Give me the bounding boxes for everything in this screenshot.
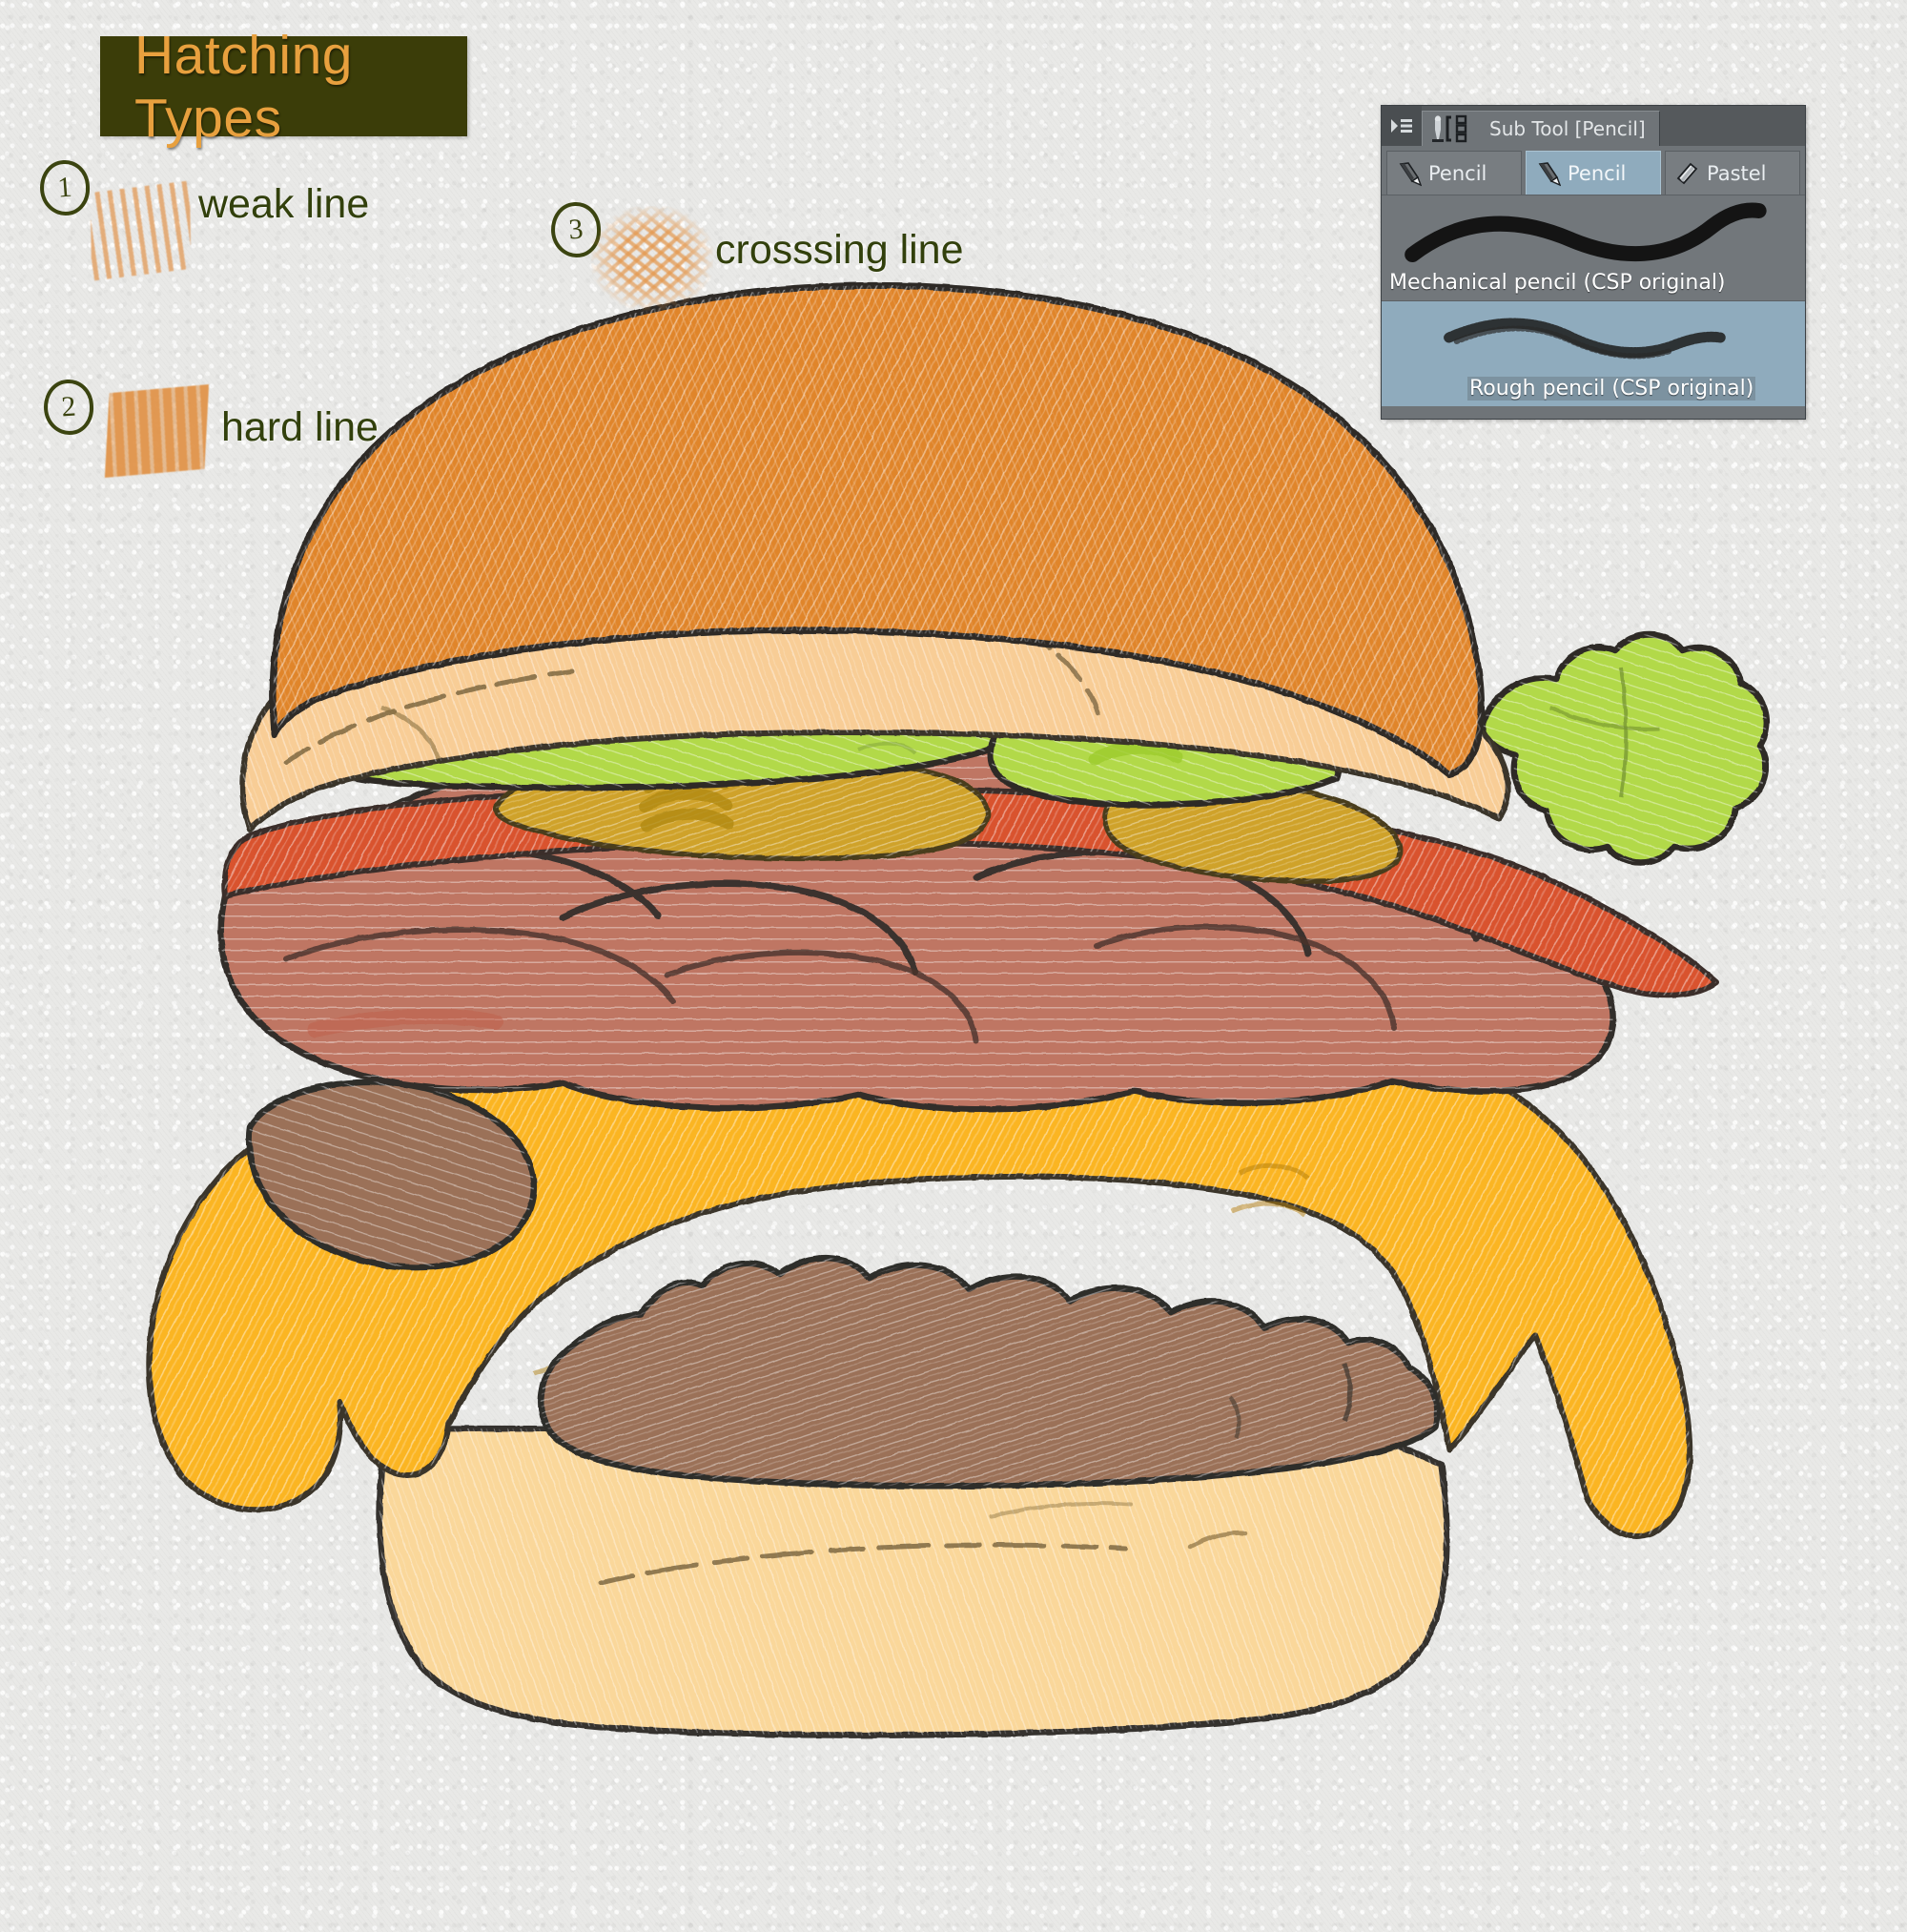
page-title: Hatching Types xyxy=(134,24,353,149)
brush-name-mechanical-pencil: Mechanical pencil (CSP original) xyxy=(1389,271,1726,295)
weak-hatch-swatch xyxy=(90,180,192,281)
hard-hatch-swatch xyxy=(104,384,210,478)
tool-tab-label-pencil-2: Pencil xyxy=(1568,161,1627,185)
sub-tool-tab-label: Sub Tool [Pencil] xyxy=(1489,117,1646,140)
pencil-icon xyxy=(1538,161,1561,186)
palette-titlebar: Sub Tool [Pencil] xyxy=(1382,106,1805,146)
palette-menu-button[interactable] xyxy=(1382,106,1422,146)
subtool-icon xyxy=(1432,114,1467,143)
sub-tool-palette[interactable]: Sub Tool [Pencil] Pencil Pencil Pastel M… xyxy=(1381,105,1806,420)
tool-tab-bar: Pencil Pencil Pastel xyxy=(1382,146,1805,195)
brush-list-item-rough-pencil[interactable]: Rough pencil (CSP original) xyxy=(1382,300,1805,406)
legend-label-crossing-line: crosssing line xyxy=(715,227,964,273)
brush-name-rough-pencil: Rough pencil (CSP original) xyxy=(1467,377,1756,401)
panel-menu-icon xyxy=(1391,119,1412,133)
page-title-box: Hatching Types xyxy=(100,25,467,149)
sub-tool-tab[interactable]: Sub Tool [Pencil] xyxy=(1422,111,1660,146)
brush-list-item-mechanical-pencil[interactable]: Mechanical pencil (CSP original) xyxy=(1382,195,1805,300)
tool-tab-label-pastel: Pastel xyxy=(1707,161,1767,185)
legend-label-weak-line: weak line xyxy=(198,181,370,227)
tool-tab-pencil-1[interactable]: Pencil xyxy=(1386,151,1522,195)
legend-label-hard-line: hard line xyxy=(221,404,379,450)
smooth-stroke-preview xyxy=(1382,199,1805,268)
pastel-icon xyxy=(1676,162,1698,184)
crossing-hatch-swatch xyxy=(591,206,713,311)
beef-patty-lower xyxy=(538,1254,1441,1490)
tool-tab-label-pencil-1: Pencil xyxy=(1428,161,1487,185)
rough-stroke-preview xyxy=(1382,305,1805,374)
tool-tab-pastel[interactable]: Pastel xyxy=(1665,151,1800,195)
tool-tab-pencil-2[interactable]: Pencil xyxy=(1526,151,1661,195)
pencil-icon xyxy=(1399,161,1422,186)
